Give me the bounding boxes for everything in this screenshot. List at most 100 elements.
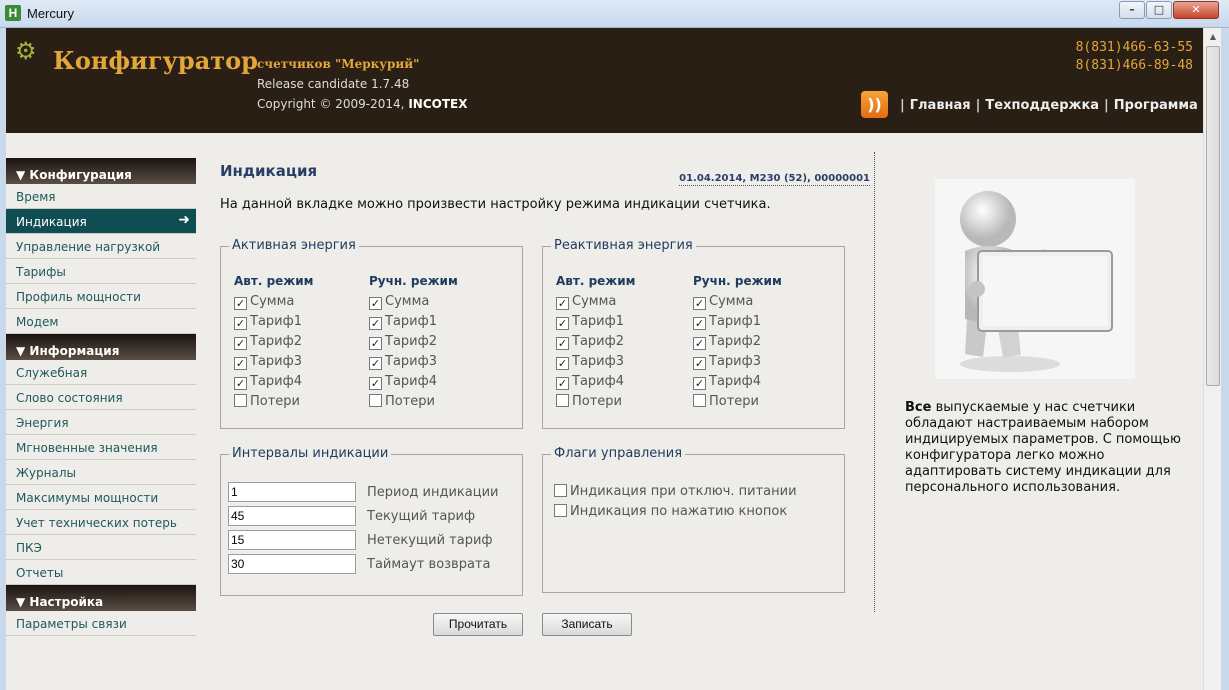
flag-power-off-checkbox[interactable]: Индикация при отключ. питании	[554, 484, 797, 499]
checkmark-icon[interactable]: ✓	[556, 297, 569, 310]
device-info: 01.04.2014, М230 (52), 00000001	[679, 173, 870, 186]
checkmark-icon[interactable]: ✓	[693, 317, 706, 330]
checkmark-icon[interactable]: ✓	[693, 337, 706, 350]
checkmark-icon[interactable]: ✓	[234, 297, 247, 310]
active-auto-checkbox[interactable]: ✓ Сумма	[234, 294, 294, 310]
reactive-manual-checkbox[interactable]: Потери	[693, 394, 759, 409]
checkbox-box[interactable]	[554, 484, 567, 497]
active-manual-checkbox[interactable]: ✓ Сумма	[369, 294, 429, 310]
sidebar-item-label: Мгновенные значения	[16, 441, 158, 455]
sidebar-item[interactable]: Индикация ➜	[6, 209, 196, 234]
sidebar-item[interactable]: Энергия	[6, 410, 196, 435]
sidebar-item[interactable]: Слово состояния	[6, 385, 196, 410]
manual-mode-heading: Ручн. режим	[369, 274, 458, 288]
reactive-auto-checkbox[interactable]: ✓ Сумма	[556, 294, 616, 310]
checkmark-icon[interactable]: ✓	[556, 377, 569, 390]
checkmark-icon[interactable]: ✓	[369, 377, 382, 390]
sidebar-item[interactable]: Параметры связи	[6, 611, 196, 636]
window-titlebar[interactable]: H Mercury – □ ✕	[0, 0, 1229, 28]
reactive-manual-checkbox[interactable]: ✓ Тариф1	[693, 314, 761, 330]
checkmark-icon[interactable]: ✓	[369, 357, 382, 370]
sidebar-item[interactable]: Учет технических потерь	[6, 510, 196, 535]
checkbox-box[interactable]	[556, 394, 569, 407]
checkbox-label: Тариф2	[709, 334, 761, 349]
active-auto-checkbox[interactable]: ✓ Тариф3	[234, 354, 302, 370]
checkmark-icon[interactable]: ✓	[234, 337, 247, 350]
reactive-manual-checkbox[interactable]: ✓ Тариф4	[693, 374, 761, 390]
sidebar-item[interactable]: Мгновенные значения	[6, 435, 196, 460]
non-current-tariff-input[interactable]	[228, 530, 356, 550]
sidebar-section-header[interactable]: ▼ Настройка	[6, 585, 196, 611]
close-button[interactable]: ✕	[1173, 1, 1219, 19]
checkmark-icon[interactable]: ✓	[369, 317, 382, 330]
checkmark-icon[interactable]: ✓	[693, 357, 706, 370]
sidebar-item[interactable]: Отчеты	[6, 560, 196, 585]
reactive-auto-checkbox[interactable]: ✓ Тариф4	[556, 374, 624, 390]
active-auto-checkbox[interactable]: ✓ Тариф4	[234, 374, 302, 390]
sidebar-item[interactable]: Максимумы мощности	[6, 485, 196, 510]
reactive-energy-group: Реактивная энергия Авт. режим Ручн. режи…	[542, 238, 845, 429]
reactive-auto-checkbox[interactable]: ✓ Тариф1	[556, 314, 624, 330]
checkmark-icon[interactable]: ✓	[234, 317, 247, 330]
sidebar-section-header[interactable]: ▼ Конфигурация	[6, 158, 196, 184]
reactive-manual-checkbox[interactable]: ✓ Тариф3	[693, 354, 761, 370]
read-button[interactable]: Прочитать	[433, 613, 523, 636]
checkmark-icon[interactable]: ✓	[369, 297, 382, 310]
sidebar-item[interactable]: Журналы	[6, 460, 196, 485]
checkbox-label: Тариф3	[572, 354, 624, 369]
checkmark-icon[interactable]: ✓	[693, 377, 706, 390]
minimize-button[interactable]: –	[1119, 1, 1145, 19]
sidebar-item[interactable]: Время	[6, 184, 196, 209]
checkmark-icon[interactable]: ✓	[369, 337, 382, 350]
checkmark-icon[interactable]: ✓	[693, 297, 706, 310]
nav-link-home[interactable]: Главная	[910, 98, 971, 113]
checkbox-box[interactable]	[693, 394, 706, 407]
return-timeout-input[interactable]	[228, 554, 356, 574]
checkmark-icon[interactable]: ✓	[556, 337, 569, 350]
nav-link-program[interactable]: Программа	[1114, 98, 1198, 113]
manual-mode-heading: Ручн. режим	[693, 274, 782, 288]
reactive-auto-checkbox[interactable]: Потери	[556, 394, 622, 409]
app-name: Конфигуратор	[53, 46, 258, 75]
sidebar-item[interactable]: Служебная	[6, 360, 196, 385]
checkbox-box[interactable]	[234, 394, 247, 407]
active-energy-group: Активная энергия Авт. режим Ручн. режим …	[220, 238, 523, 429]
active-manual-checkbox[interactable]: ✓ Тариф4	[369, 374, 437, 390]
active-auto-checkbox[interactable]: Потери	[234, 394, 300, 409]
checkmark-icon[interactable]: ✓	[556, 317, 569, 330]
sidebar-item-label: Профиль мощности	[16, 290, 141, 304]
active-manual-checkbox[interactable]: ✓ Тариф2	[369, 334, 437, 350]
checkmark-icon[interactable]: ✓	[556, 357, 569, 370]
checkmark-icon[interactable]: ✓	[234, 357, 247, 370]
active-manual-checkbox[interactable]: Потери	[369, 394, 435, 409]
maximize-button[interactable]: □	[1146, 1, 1172, 19]
sidebar-item[interactable]: Профиль мощности	[6, 284, 196, 309]
rss-icon[interactable]: ))	[861, 91, 888, 118]
checkbox-box[interactable]	[554, 504, 567, 517]
write-button[interactable]: Записать	[542, 613, 632, 636]
scrollbar-thumb[interactable]	[1206, 46, 1220, 386]
active-auto-checkbox[interactable]: ✓ Тариф2	[234, 334, 302, 350]
nav-link-support[interactable]: Техподдержка	[985, 98, 1099, 113]
sidebar-section-header[interactable]: ▼ Информация	[6, 334, 196, 360]
sidebar-item[interactable]: Тарифы	[6, 259, 196, 284]
checkbox-box[interactable]	[369, 394, 382, 407]
scroll-up-arrow-icon[interactable]: ▲	[1204, 28, 1222, 46]
vertical-scrollbar[interactable]: ▲	[1203, 28, 1221, 690]
active-manual-checkbox[interactable]: ✓ Тариф3	[369, 354, 437, 370]
sidebar-item-label: Служебная	[16, 366, 88, 380]
reactive-auto-checkbox[interactable]: ✓ Тариф3	[556, 354, 624, 370]
reactive-auto-checkbox[interactable]: ✓ Тариф2	[556, 334, 624, 350]
sidebar-item[interactable]: Модем	[6, 309, 196, 334]
reactive-manual-checkbox[interactable]: ✓ Сумма	[693, 294, 753, 310]
display-period-input[interactable]	[228, 482, 356, 502]
sidebar-item[interactable]: ПКЭ	[6, 535, 196, 560]
active-auto-checkbox[interactable]: ✓ Тариф1	[234, 314, 302, 330]
flag-button-press-checkbox[interactable]: Индикация по нажатию кнопок	[554, 504, 787, 519]
active-manual-checkbox[interactable]: ✓ Тариф1	[369, 314, 437, 330]
sidebar-item[interactable]: Управление нагрузкой	[6, 234, 196, 259]
checkbox-label: Сумма	[250, 294, 295, 309]
reactive-manual-checkbox[interactable]: ✓ Тариф2	[693, 334, 761, 350]
current-tariff-input[interactable]	[228, 506, 356, 526]
checkmark-icon[interactable]: ✓	[234, 377, 247, 390]
